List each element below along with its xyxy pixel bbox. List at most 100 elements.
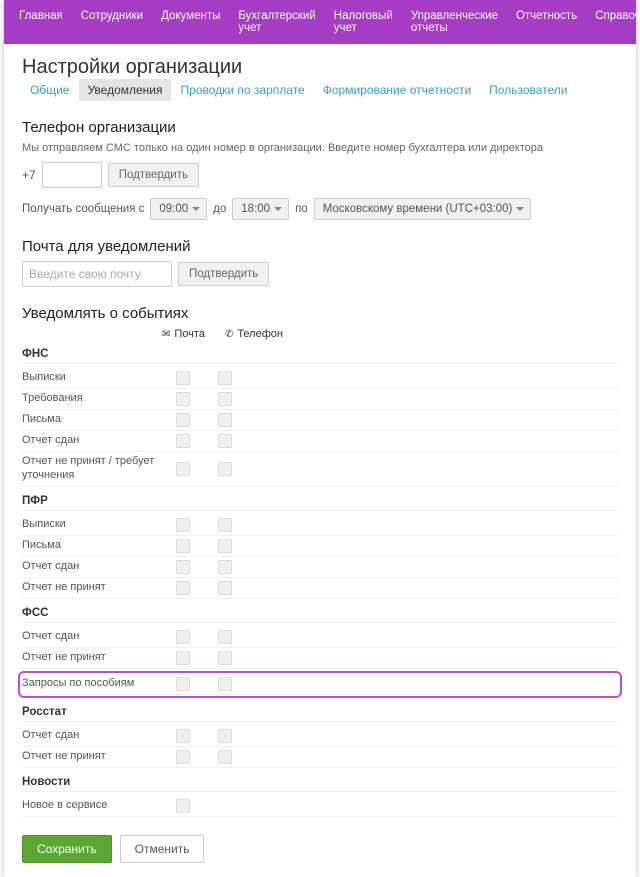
events-heading: Уведомлять о событиях <box>22 305 618 322</box>
section-ФНС: ФНС <box>22 348 618 364</box>
event-row: Отчет сдан <box>22 557 618 578</box>
event-phone-checkbox[interactable] <box>218 729 232 743</box>
nav-item[interactable]: Налоговый учет <box>325 0 402 44</box>
section-ФСС: ФСС <box>22 607 618 623</box>
nav-item[interactable]: Управленческие отчеты <box>402 0 507 44</box>
event-phone-checkbox[interactable] <box>218 539 232 553</box>
event-mail-checkbox[interactable] <box>176 518 190 532</box>
event-phone-checkbox[interactable] <box>218 462 232 476</box>
event-label: Запросы по пособиям <box>22 677 162 691</box>
nav-item[interactable]: Сотрудники <box>72 0 152 44</box>
phone-hint: Мы отправляем СМС только на один номер в… <box>22 142 618 154</box>
cancel-button[interactable]: Отменить <box>120 835 205 863</box>
phone-confirm-button[interactable]: Подтвердить <box>108 163 199 187</box>
event-row: Письма <box>22 410 618 431</box>
event-mail-checkbox[interactable] <box>176 434 190 448</box>
page-title: Настройки организации <box>22 56 242 79</box>
event-row: Требования <box>22 389 618 410</box>
email-input[interactable] <box>22 261 172 287</box>
event-row: Выписки <box>22 515 618 536</box>
tab-Формирование отчетности[interactable]: Формирование отчетности <box>315 79 479 101</box>
event-phone-checkbox[interactable] <box>218 581 232 595</box>
nav-item[interactable]: Справочники <box>586 0 640 44</box>
tab-Пользователи[interactable]: Пользователи <box>481 79 575 101</box>
section-ПФР: ПФР <box>22 495 618 511</box>
event-label: Отчет не принят <box>22 581 162 595</box>
email-confirm-button[interactable]: Подтвердить <box>178 262 269 286</box>
event-phone-checkbox[interactable] <box>218 677 232 691</box>
tab-Общие[interactable]: Общие <box>22 79 77 101</box>
section-Новости: Новости <box>22 776 618 792</box>
event-label: Выписки <box>22 371 162 385</box>
event-phone-checkbox[interactable] <box>218 413 232 427</box>
nav-item[interactable]: Бухгалтерский учет <box>229 0 324 44</box>
col-phone: ✆Телефон <box>225 328 283 340</box>
event-row: Новое в сервисе <box>22 796 618 817</box>
event-row: Отчет не принят <box>22 648 618 669</box>
event-mail-checkbox[interactable] <box>176 371 190 385</box>
time-to-select[interactable]: 18:00 <box>232 198 289 220</box>
event-label: Отчет сдан <box>22 560 162 574</box>
event-mail-checkbox[interactable] <box>176 630 190 644</box>
time-from-select[interactable]: 09:00 <box>150 198 207 220</box>
event-mail-checkbox[interactable] <box>176 651 190 665</box>
event-mail-checkbox[interactable] <box>176 392 190 406</box>
event-phone-checkbox[interactable] <box>218 371 232 385</box>
event-label: Отчет не принят <box>22 750 162 764</box>
phone-input[interactable] <box>42 162 102 188</box>
email-heading: Почта для уведомлений <box>22 238 618 255</box>
event-label: Письма <box>22 539 162 553</box>
event-row: Отчет сдан <box>22 627 618 648</box>
tab-Проводки по зарплате[interactable]: Проводки по зарплате <box>173 79 313 101</box>
event-mail-checkbox[interactable] <box>176 729 190 743</box>
event-row: Отчет сдан <box>22 431 618 452</box>
event-row: Отчет не принят / требует уточнения <box>22 452 618 487</box>
phone-icon: ✆ <box>225 329 233 340</box>
event-phone-checkbox[interactable] <box>218 750 232 764</box>
event-mail-checkbox[interactable] <box>176 413 190 427</box>
event-mail-checkbox[interactable] <box>176 750 190 764</box>
event-mail-checkbox[interactable] <box>176 539 190 553</box>
event-row: Отчет сдан <box>22 726 618 747</box>
event-mail-checkbox[interactable] <box>176 462 190 476</box>
nav-item[interactable]: Отчетность <box>507 0 586 44</box>
event-label: Отчет не принят <box>22 651 162 665</box>
tab-Уведомления[interactable]: Уведомления <box>79 79 170 101</box>
receive-label: Получать сообщения с <box>22 203 144 215</box>
event-phone-checkbox[interactable] <box>218 630 232 644</box>
event-mail-checkbox[interactable] <box>176 560 190 574</box>
event-label: Отчет сдан <box>22 630 162 644</box>
event-phone-checkbox[interactable] <box>218 560 232 574</box>
nav-item[interactable]: Главная <box>10 0 72 44</box>
event-mail-checkbox[interactable] <box>176 799 190 813</box>
save-button[interactable]: Сохранить <box>22 835 112 863</box>
event-phone-checkbox[interactable] <box>218 434 232 448</box>
event-label: Отчет сдан <box>22 434 162 448</box>
event-label: Письма <box>22 413 162 427</box>
phone-prefix: +7 <box>22 168 36 182</box>
phone-heading: Телефон организации <box>22 119 618 136</box>
highlighted-row: Запросы по пособиям <box>18 671 622 698</box>
event-row: Письма <box>22 536 618 557</box>
event-phone-checkbox[interactable] <box>218 651 232 665</box>
to-word: до <box>213 203 226 215</box>
event-label: Требования <box>22 392 162 406</box>
top-nav: ГлавнаяСотрудникиДокументыБухгалтерский … <box>4 0 636 44</box>
event-phone-checkbox[interactable] <box>218 392 232 406</box>
tabs: ОбщиеУведомленияПроводки по зарплатеФорм… <box>22 79 576 101</box>
section-Росстат: Росстат <box>22 706 618 722</box>
event-label: Отчет сдан <box>22 729 162 743</box>
event-label: Выписки <box>22 518 162 532</box>
event-phone-checkbox[interactable] <box>218 518 232 532</box>
col-mail: ✉Почта <box>162 328 205 340</box>
event-mail-checkbox[interactable] <box>176 581 190 595</box>
event-row: Отчет не принят <box>22 747 618 768</box>
by-word: по <box>295 203 308 215</box>
event-row: Запросы по пособиям <box>22 674 618 695</box>
nav-item[interactable]: Документы <box>152 0 229 44</box>
event-mail-checkbox[interactable] <box>176 677 190 691</box>
timezone-select[interactable]: Московскому времени (UTC+03:00) <box>314 198 532 220</box>
event-row: Отчет не принят <box>22 578 618 599</box>
event-row: Выписки <box>22 368 618 389</box>
event-label: Новое в сервисе <box>22 799 162 813</box>
